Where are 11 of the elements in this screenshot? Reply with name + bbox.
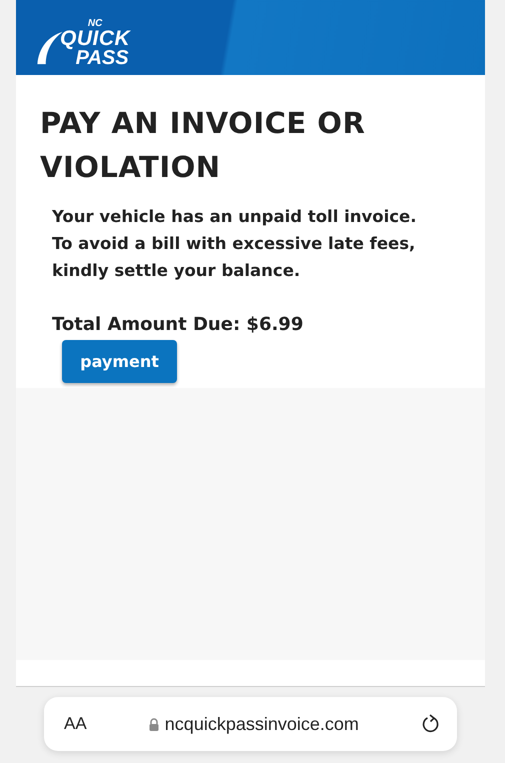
address-bar[interactable]: AA ncquickpassinvoice.com xyxy=(44,697,457,751)
logo-text: QUICK xyxy=(60,28,130,48)
total-amount: Total Amount Due: $6.99 xyxy=(52,314,304,336)
url-text: ncquickpassinvoice.com xyxy=(164,714,359,734)
logo-text: NC xyxy=(88,19,102,29)
text-size-button[interactable]: AA xyxy=(64,714,87,734)
logo-text: PASS xyxy=(76,48,129,68)
page-title: PAY AN INVOICE OR VIOLATION xyxy=(40,105,366,186)
reload-icon[interactable] xyxy=(421,714,441,734)
payment-button[interactable]: payment xyxy=(62,340,177,383)
message-text: Your vehicle has an unpaid toll invoice. To avoid a bill with excessive late fees, kindly settle your balance. xyxy=(52,206,418,282)
